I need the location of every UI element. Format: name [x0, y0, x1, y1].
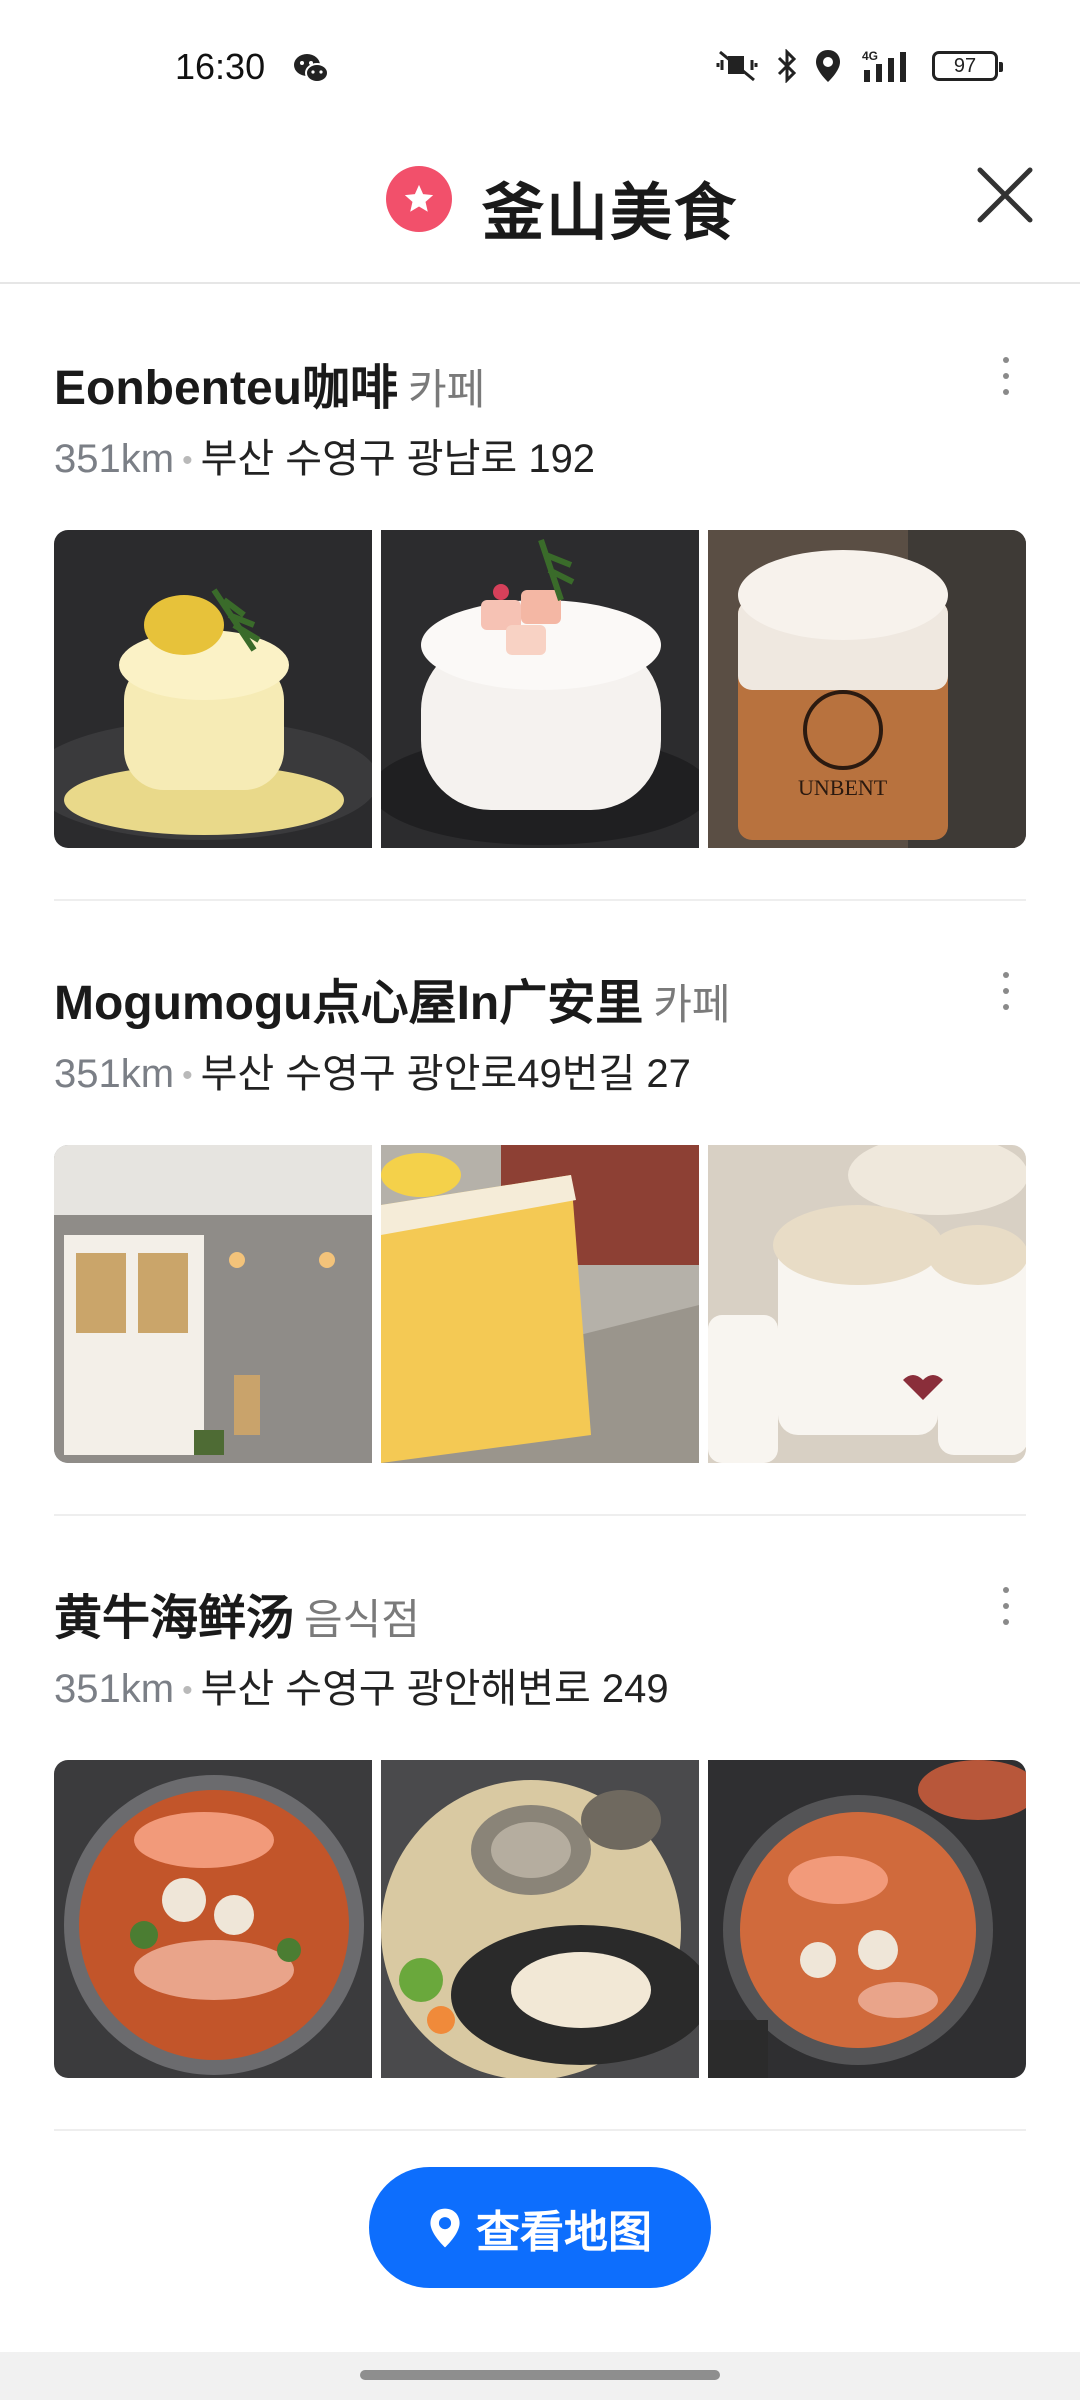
svg-text:UNBENT: UNBENT [798, 775, 888, 800]
place-meta: 351km • 부산 수영구 광안로49번길 27 [54, 1052, 691, 1096]
place-name: Mogumogu点心屋In广安里 카페 [54, 963, 731, 1033]
place-address: 부산 수영구 광남로 192 [200, 437, 596, 481]
place-photo[interactable] [708, 1145, 1026, 1463]
place-address: 부산 수영구 광안해변로 249 [200, 1667, 669, 1711]
place-card[interactable]: 黄牛海鲜汤 음식점 351km • 부산 수영구 광안해변로 249 [54, 1516, 1026, 2131]
photo-strip [54, 1760, 1026, 2078]
status-bar: 16:30 4G 97 [0, 0, 1080, 136]
place-address: 부산 수영구 광안로49번길 27 [200, 1052, 691, 1096]
photo-strip [54, 1145, 1026, 1463]
home-indicator[interactable] [360, 2370, 720, 2380]
place-card[interactable]: Eonbenteu咖啡 카페 351km • 부산 수영구 광남로 192 UN… [54, 286, 1026, 901]
star-icon [386, 166, 452, 232]
place-name: Eonbenteu咖啡 카페 [54, 348, 485, 418]
view-map-label: 查看地图 [476, 2207, 652, 2257]
place-meta: 351km • 부산 수영구 광안해변로 249 [54, 1667, 669, 1711]
status-time: 16:30 [175, 46, 266, 87]
place-photo[interactable] [54, 1145, 372, 1463]
battery-icon: 97 [932, 51, 1003, 81]
place-photo[interactable] [381, 1145, 699, 1463]
place-title: Eonbenteu咖啡 [54, 362, 398, 415]
place-distance: 351km [54, 1052, 175, 1096]
place-title: 黄牛海鲜汤 [54, 1592, 295, 1645]
place-card[interactable]: Mogumogu点心屋In广安里 카페 351km • 부산 수영구 광안로49번길 … [54, 901, 1026, 1516]
place-distance: 351km [54, 437, 175, 481]
more-options-button[interactable] [986, 346, 1026, 406]
close-icon [977, 167, 1033, 223]
place-distance: 351km [54, 1667, 175, 1711]
place-meta: 351km • 부산 수영구 광남로 192 [54, 437, 596, 481]
place-photo[interactable] [54, 530, 372, 848]
place-photo[interactable]: UNBENT [708, 530, 1026, 848]
wechat-icon [292, 52, 330, 86]
location-icon [814, 48, 842, 84]
place-name: 黄牛海鲜汤 음식점 [54, 1578, 420, 1648]
place-title: Mogumogu点心屋In广安里 [54, 977, 644, 1030]
header: 釜山美食 [0, 136, 1080, 284]
more-options-button[interactable] [986, 961, 1026, 1021]
close-button[interactable] [970, 160, 1040, 230]
place-photo[interactable] [54, 1760, 372, 2078]
signal-4g-icon: 4G [858, 48, 916, 84]
bluetooth-icon [776, 49, 798, 83]
view-map-button[interactable]: 查看地图 [369, 2167, 711, 2288]
location-pin-icon [430, 2208, 460, 2247]
place-list: Eonbenteu咖啡 카페 351km • 부산 수영구 광남로 192 UN… [0, 286, 1080, 2131]
place-category: 음식점 [304, 1596, 420, 1643]
status-icons: 4G 97 [714, 44, 1003, 88]
place-photo[interactable] [708, 1760, 1026, 2078]
mute-vibrate-icon [714, 48, 760, 84]
place-category: 카페 [408, 366, 486, 413]
place-category: 카페 [653, 981, 731, 1028]
svg-text:4G: 4G [862, 49, 878, 63]
page-title: 釜山美食 [482, 179, 739, 248]
place-photo[interactable] [381, 1760, 699, 2078]
photo-strip: UNBENT [54, 530, 1026, 848]
more-options-button[interactable] [986, 1576, 1026, 1636]
place-photo[interactable] [381, 530, 699, 848]
